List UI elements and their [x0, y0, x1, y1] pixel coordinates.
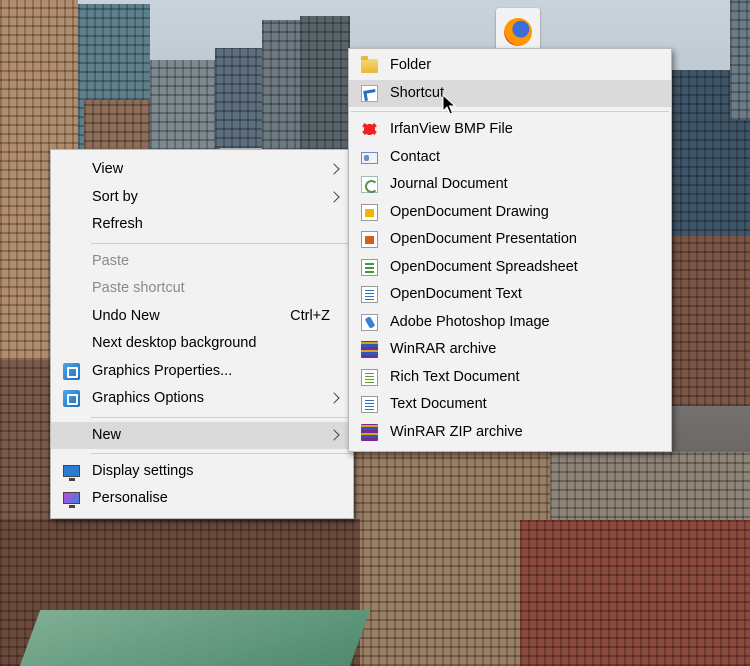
- menu-item-label: OpenDocument Text: [390, 286, 522, 302]
- menu-item-label: OpenDocument Presentation: [390, 231, 577, 247]
- menu-item-label: Adobe Photoshop Image: [390, 313, 550, 330]
- odp-icon: [361, 231, 378, 248]
- menu-item-label: Rich Text Document: [390, 368, 520, 385]
- new-item-text-document[interactable]: Text Document: [349, 391, 671, 419]
- mouse-pointer-icon: [442, 94, 456, 115]
- menu-item-label: Text Document: [390, 396, 487, 412]
- irfanview-icon: [361, 121, 378, 138]
- menu-item-graphics-options[interactable]: Graphics Options: [51, 385, 353, 413]
- menu-item-sort-by[interactable]: Sort by: [51, 184, 353, 212]
- menu-separator: [91, 452, 351, 454]
- wallpaper-green-roof: [19, 610, 371, 666]
- menu-item-label: Sort by: [92, 188, 138, 205]
- wallpaper-building: [150, 60, 220, 150]
- winrar-zip-icon: [361, 423, 378, 441]
- new-item-folder[interactable]: Folder: [349, 52, 671, 80]
- journal-icon: [361, 176, 378, 193]
- menu-item-label: Contact: [390, 148, 440, 165]
- new-item-journal-document[interactable]: Journal Document: [349, 171, 671, 199]
- rtf-icon: [361, 368, 378, 386]
- menu-item-label: Undo New: [92, 307, 160, 324]
- menu-item-label: Paste shortcut: [92, 280, 185, 296]
- wallpaper-building: [262, 20, 302, 150]
- ods-icon: [361, 258, 378, 276]
- odt-icon: [361, 286, 378, 303]
- menu-item-graphics-properties[interactable]: Graphics Properties...: [51, 358, 353, 386]
- personalise-icon: [63, 492, 80, 508]
- wallpaper-building: [300, 16, 350, 150]
- new-item-contact[interactable]: Contact: [349, 144, 671, 172]
- chevron-right-icon: [329, 385, 341, 413]
- new-item-irfanview-bmp[interactable]: IrfanView BMP File: [349, 116, 671, 144]
- new-item-winrar-archive[interactable]: WinRAR archive: [349, 336, 671, 364]
- display-icon: [63, 464, 80, 481]
- menu-item-label: Folder: [390, 57, 432, 73]
- new-item-opendocument-presentation[interactable]: OpenDocument Presentation: [349, 226, 671, 254]
- desktop-context-menu: View Sort by Refresh Paste Paste shortcu…: [50, 149, 354, 519]
- text-document-icon: [361, 396, 378, 413]
- firefox-globe: [504, 18, 532, 46]
- keyboard-shortcut: Ctrl+Z: [290, 307, 330, 324]
- menu-item-next-desktop-background[interactable]: Next desktop background: [51, 330, 353, 358]
- menu-item-label: Refresh: [92, 216, 143, 232]
- new-item-photoshop-image[interactable]: Adobe Photoshop Image: [349, 309, 671, 337]
- new-submenu: Folder Shortcut IrfanView BMP File Conta…: [348, 48, 672, 452]
- menu-item-label: New: [92, 426, 122, 443]
- shortcut-icon: [361, 84, 378, 102]
- new-item-opendocument-spreadsheet[interactable]: OpenDocument Spreadsheet: [349, 254, 671, 282]
- odg-icon: [361, 203, 378, 221]
- chevron-right-icon: [329, 184, 341, 212]
- menu-item-label: OpenDocument Spreadsheet: [390, 258, 578, 275]
- folder-icon: [361, 56, 378, 73]
- menu-item-label: Graphics Options: [92, 390, 205, 406]
- new-item-shortcut[interactable]: Shortcut: [349, 79, 671, 107]
- menu-item-undo-new[interactable]: Undo New Ctrl+Z: [51, 303, 353, 331]
- winrar-icon: [361, 341, 378, 358]
- new-item-winrar-zip-archive[interactable]: WinRAR ZIP archive: [349, 419, 671, 447]
- menu-item-label: Journal Document: [390, 176, 508, 192]
- menu-separator: [91, 416, 351, 418]
- menu-item-label: OpenDocument Drawing: [390, 203, 549, 220]
- menu-separator: [91, 242, 351, 244]
- menu-item-display-settings[interactable]: Display settings: [51, 458, 353, 486]
- menu-item-view[interactable]: View: [51, 156, 353, 184]
- wallpaper-building: [520, 520, 750, 666]
- graphics-icon: [63, 390, 80, 407]
- menu-item-label: Display settings: [92, 462, 194, 479]
- menu-item-label: Paste: [92, 252, 130, 269]
- menu-item-paste-shortcut: Paste shortcut: [51, 275, 353, 303]
- menu-item-paste: Paste: [51, 248, 353, 276]
- new-item-opendocument-text[interactable]: OpenDocument Text: [349, 281, 671, 309]
- chevron-right-icon: [329, 422, 341, 450]
- wallpaper-building: [730, 0, 750, 120]
- contact-icon: [361, 151, 378, 164]
- menu-item-label: WinRAR archive: [390, 341, 497, 357]
- photoshop-icon: [361, 313, 378, 331]
- menu-item-label: IrfanView BMP File: [390, 121, 513, 137]
- menu-item-label: WinRAR ZIP archive: [390, 423, 523, 440]
- menu-item-label: Personalise: [92, 490, 168, 506]
- menu-item-personalise[interactable]: Personalise: [51, 485, 353, 513]
- menu-item-label: Next desktop background: [92, 335, 257, 351]
- menu-item-label: View: [92, 161, 124, 177]
- menu-item-refresh[interactable]: Refresh: [51, 211, 353, 239]
- menu-item-label: Graphics Properties...: [92, 362, 233, 379]
- chevron-right-icon: [329, 156, 341, 184]
- wallpaper-building: [672, 236, 750, 406]
- menu-separator: [351, 111, 669, 112]
- new-item-rich-text-document[interactable]: Rich Text Document: [349, 364, 671, 392]
- menu-item-label: Shortcut: [390, 84, 444, 101]
- graphics-icon: [63, 362, 80, 380]
- menu-item-new[interactable]: New: [51, 421, 353, 450]
- new-item-opendocument-drawing[interactable]: OpenDocument Drawing: [349, 199, 671, 227]
